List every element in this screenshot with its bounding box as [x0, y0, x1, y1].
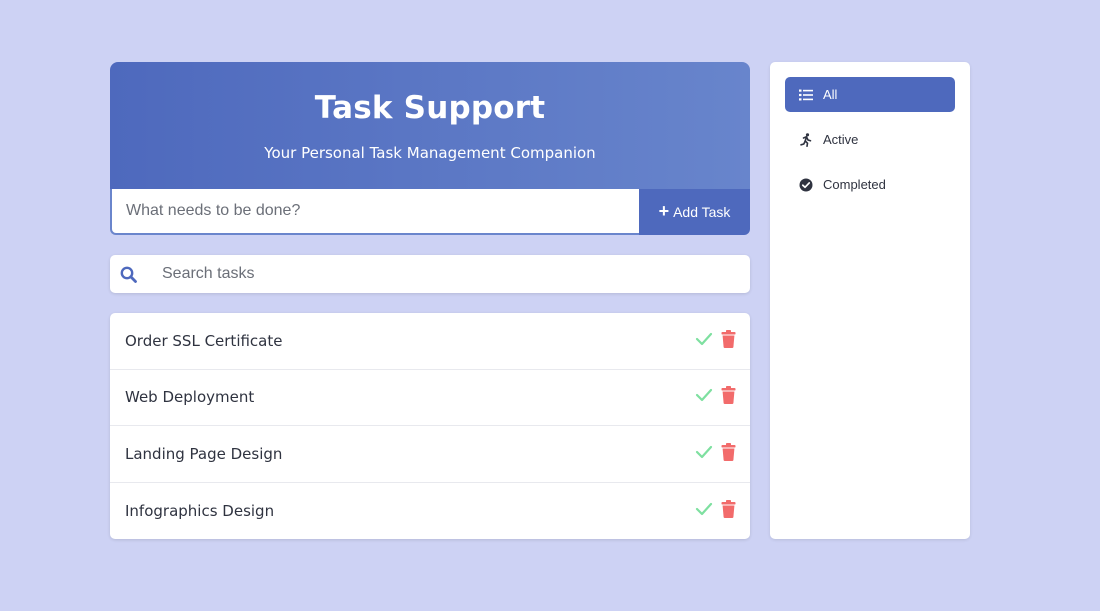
new-task-input[interactable]	[110, 189, 639, 235]
filter-sidebar: All Active Completed	[770, 62, 970, 539]
filter-label: All	[823, 87, 838, 102]
task-title: Web Deployment	[125, 388, 255, 407]
running-icon	[799, 132, 813, 147]
task-item: Web Deployment	[110, 370, 750, 426]
check-icon[interactable]	[695, 445, 713, 459]
app-header: Task Support Your Personal Task Manageme…	[110, 62, 750, 189]
filter-label: Completed	[823, 177, 886, 192]
check-icon[interactable]	[695, 388, 713, 402]
task-item: Order SSL Certificate	[110, 313, 750, 370]
trash-icon[interactable]	[721, 386, 736, 405]
main-panel: Task Support Your Personal Task Manageme…	[110, 62, 750, 539]
trash-icon[interactable]	[721, 442, 736, 461]
plus-icon: +	[658, 201, 670, 221]
search-bar	[110, 255, 750, 293]
task-title: Infographics Design	[125, 501, 275, 520]
app-title: Task Support	[314, 90, 546, 126]
filter-active[interactable]: Active	[785, 122, 955, 157]
search-input[interactable]	[160, 255, 750, 293]
task-title: Order SSL Certificate	[125, 331, 283, 350]
check-circle-icon	[799, 178, 813, 192]
trash-icon[interactable]	[721, 329, 736, 348]
add-task-label: Add Task	[673, 204, 731, 220]
check-icon[interactable]	[695, 332, 713, 346]
task-item: Landing Page Design	[110, 426, 750, 483]
trash-icon[interactable]	[721, 499, 736, 518]
add-task-button[interactable]: + Add Task	[639, 189, 750, 235]
task-title: Landing Page Design	[125, 444, 283, 463]
list-icon	[799, 89, 813, 101]
add-task-form: + Add Task	[110, 189, 750, 235]
search-icon	[110, 266, 160, 283]
filter-label: Active	[823, 132, 859, 147]
task-item: Infographics Design	[110, 483, 750, 540]
app-subtitle: Your Personal Task Management Companion	[264, 144, 596, 162]
filter-completed[interactable]: Completed	[785, 167, 955, 202]
check-icon[interactable]	[695, 502, 713, 516]
task-list: Order SSL Certificate Web Deployment Lan…	[110, 313, 750, 539]
filter-all[interactable]: All	[785, 77, 955, 112]
